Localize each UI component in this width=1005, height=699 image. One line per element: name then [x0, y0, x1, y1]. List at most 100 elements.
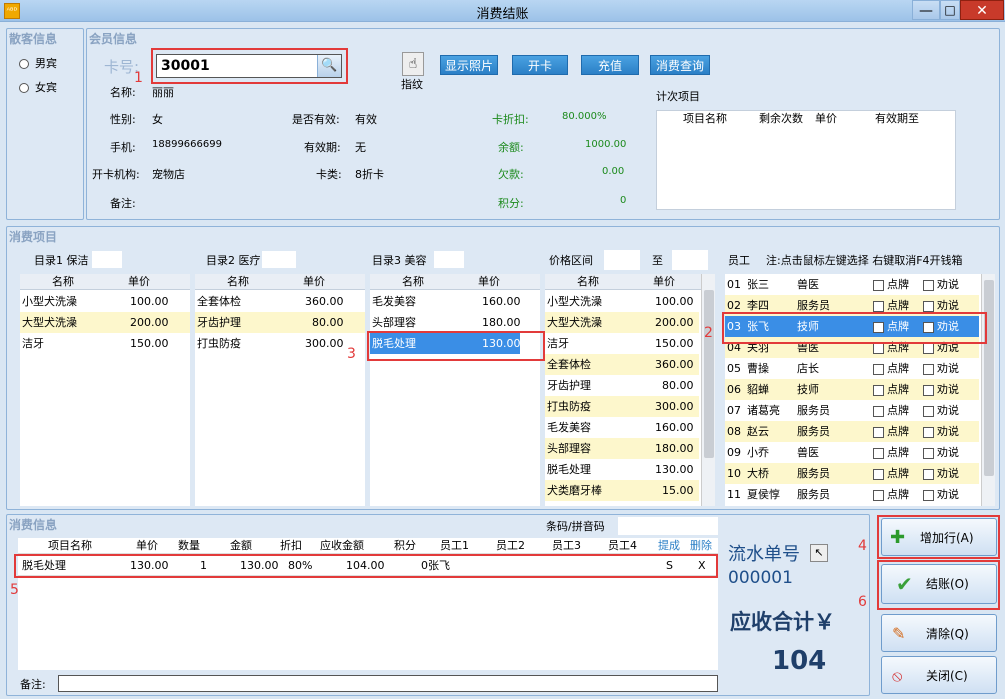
price-max-input[interactable]: [672, 250, 708, 270]
list-item[interactable]: 小型犬洗澡 100.00: [545, 291, 699, 312]
cursor-icon[interactable]: ↖: [810, 544, 828, 562]
staff-scrollbar[interactable]: [981, 274, 995, 506]
point-checkbox[interactable]: 点牌: [873, 274, 909, 295]
annotation-box-2: [722, 312, 987, 344]
persuade-checkbox[interactable]: 劝说: [923, 463, 959, 484]
scrollbar-thumb[interactable]: [984, 280, 994, 476]
scrollbar-thumb[interactable]: [704, 290, 714, 458]
persuade-checkbox[interactable]: 劝说: [923, 379, 959, 400]
consume-note-input[interactable]: [58, 675, 718, 692]
catalog-1-list[interactable]: 名称 单价 小型犬洗澡 100.00 大型犬洗澡 200.00 洁牙 150.00: [20, 274, 190, 506]
persuade-label: 劝说: [937, 404, 959, 417]
list-item[interactable]: 大型犬洗澡 200.00: [545, 312, 699, 333]
barcode-input[interactable]: [618, 517, 718, 535]
price-range-to: 至: [652, 254, 663, 267]
list-item[interactable]: 牙齿护理 80.00: [195, 312, 365, 333]
maximize-button[interactable]: □: [940, 0, 960, 20]
checkbox-icon: [873, 363, 884, 375]
org-label: 开卡机构:: [92, 168, 140, 181]
point-checkbox[interactable]: 点牌: [873, 400, 909, 421]
show-photo-button[interactable]: 显示照片: [440, 55, 498, 75]
price-min-input[interactable]: [604, 250, 640, 270]
price-range-list[interactable]: 名称 单价 小型犬洗澡 100.00 大型犬洗澡 200.00 洁牙 150.00 全套…: [545, 274, 715, 506]
count-items-table[interactable]: 项目名称 剩余次数 单价 有效期至: [656, 110, 956, 210]
staff-row[interactable]: 09 小乔 兽医 点牌 劝说: [725, 442, 979, 463]
list-item[interactable]: 毛发美容 160.00: [545, 417, 699, 438]
list-item[interactable]: 牙齿护理 80.00: [545, 375, 699, 396]
fingerprint-icon[interactable]: ☝: [402, 52, 424, 76]
open-card-button[interactable]: 开卡: [512, 55, 568, 75]
checkbox-icon: [923, 384, 934, 396]
close-window-button[interactable]: ✕: [960, 0, 1004, 20]
catalog-2-label: 目录2 医疗: [206, 254, 261, 267]
list-item[interactable]: 毛发美容 160.00: [370, 291, 540, 312]
catalog-3-list[interactable]: 名称 单价 毛发美容 160.00 头部理容 180.00 脱毛处理 130.00: [370, 274, 540, 506]
item-name: 全套体检: [547, 358, 591, 371]
persuade-checkbox[interactable]: 劝说: [923, 274, 959, 295]
clear-label: 清除(Q): [926, 627, 969, 641]
catalog-2-list[interactable]: 名称 单价 全套体检 360.00 牙齿护理 80.00 打虫防疫 300.00: [195, 274, 365, 506]
list-item[interactable]: 洁牙 150.00: [545, 333, 699, 354]
catalog-3-filter[interactable]: [434, 251, 464, 268]
persuade-checkbox[interactable]: 劝说: [923, 358, 959, 379]
list-item[interactable]: 头部理容 180.00: [545, 438, 699, 459]
staff-row[interactable]: 10 大桥 服务员 点牌 劝说: [725, 463, 979, 484]
gender-label: 性别:: [110, 113, 136, 126]
persuade-checkbox[interactable]: 劝说: [923, 442, 959, 463]
staff-list[interactable]: 01 张三 兽医 点牌 劝说 02 李四 服务员 点牌 劝说 03 张飞 技师 点牌 劝说 04 关羽 兽医…: [725, 274, 995, 506]
list-item[interactable]: 打虫防疫 300.00: [195, 333, 365, 354]
staff-row[interactable]: 05 曹操 店长 点牌 劝说: [725, 358, 979, 379]
point-checkbox[interactable]: 点牌: [873, 463, 909, 484]
consume-query-button[interactable]: 消费查询: [650, 55, 710, 75]
list-item[interactable]: 全套体检 360.00: [545, 354, 699, 375]
persuade-checkbox[interactable]: 劝说: [923, 400, 959, 421]
catalog-1-filter[interactable]: [92, 251, 122, 268]
staff-id: 07: [727, 404, 741, 417]
staff-row[interactable]: 01 张三 兽医 点牌 劝说: [725, 274, 979, 295]
staff-role: 服务员: [797, 425, 830, 438]
serial-label: 流水单号: [728, 544, 800, 565]
staff-row[interactable]: 06 貂蝉 技师 点牌 劝说: [725, 379, 979, 400]
col-discount: 折扣: [280, 539, 302, 552]
radio-male[interactable]: 男宾: [19, 55, 57, 71]
point-checkbox[interactable]: 点牌: [873, 421, 909, 442]
guest-info-group: 散客信息 男宾 女宾: [6, 28, 84, 220]
clear-button[interactable]: ✎ 清除(Q): [881, 614, 997, 652]
list-item[interactable]: 小型犬洗澡 100.00: [20, 291, 190, 312]
recharge-button[interactable]: 充值: [581, 55, 639, 75]
staff-row[interactable]: 07 诸葛亮 服务员 点牌 劝说: [725, 400, 979, 421]
staff-name: 诸葛亮: [747, 404, 780, 417]
consume-items-title: 消费项目: [9, 230, 58, 244]
list-item[interactable]: 打虫防疫 300.00: [545, 396, 699, 417]
catalog-2-filter[interactable]: [262, 251, 296, 268]
gender-value: 女: [152, 113, 163, 126]
item-name: 牙齿护理: [547, 379, 591, 392]
staff-row[interactable]: 11 夏侯惇 服务员 点牌 劝说: [725, 484, 979, 505]
list-item[interactable]: 全套体检 360.00: [195, 291, 365, 312]
radio-female[interactable]: 女宾: [19, 79, 57, 95]
persuade-label: 劝说: [937, 362, 959, 375]
point-checkbox[interactable]: 点牌: [873, 379, 909, 400]
staff-row[interactable]: 08 赵云 服务员 点牌 劝说: [725, 421, 979, 442]
fingerprint-label: 指纹: [401, 78, 423, 91]
item-price: 100.00: [130, 295, 169, 308]
persuade-label: 劝说: [937, 425, 959, 438]
persuade-checkbox[interactable]: 劝说: [923, 421, 959, 442]
minimize-button[interactable]: —: [912, 0, 940, 20]
point-checkbox[interactable]: 点牌: [873, 442, 909, 463]
point-checkbox[interactable]: 点牌: [873, 484, 909, 505]
col-price: 单价: [478, 275, 500, 288]
col-qty: 数量: [178, 539, 200, 552]
list-item[interactable]: 大型犬洗澡 200.00: [20, 312, 190, 333]
annotation-2: 2: [704, 325, 713, 341]
staff-name: 张三: [747, 278, 769, 291]
list-item[interactable]: 犬类磨牙棒 15.00: [545, 480, 699, 501]
list-item[interactable]: 脱毛处理 130.00: [545, 459, 699, 480]
close-button[interactable]: ⦸ 关闭(C): [881, 656, 997, 694]
price-range-scrollbar[interactable]: [701, 274, 715, 506]
point-checkbox[interactable]: 点牌: [873, 358, 909, 379]
persuade-checkbox[interactable]: 劝说: [923, 484, 959, 505]
checkbox-icon: [873, 279, 884, 291]
list-item[interactable]: 头部理容 180.00: [370, 312, 540, 333]
list-item[interactable]: 洁牙 150.00: [20, 333, 190, 354]
